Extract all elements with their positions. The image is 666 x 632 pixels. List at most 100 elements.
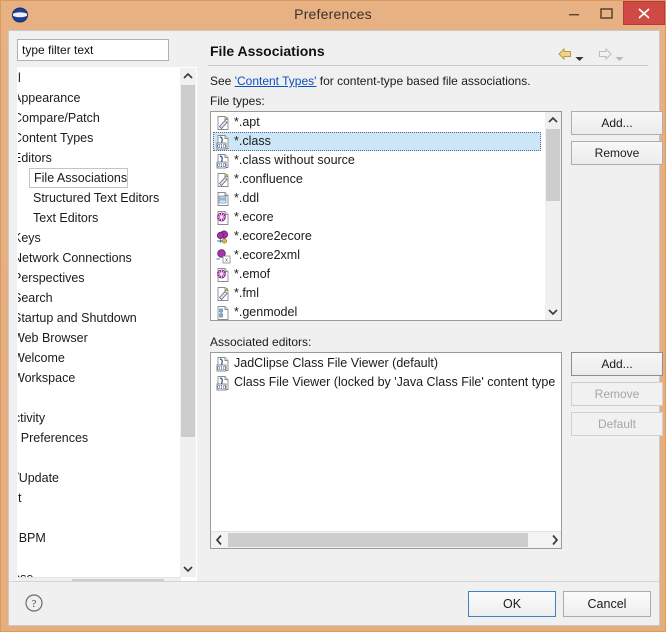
sidebar-item-network-connections[interactable]: Network Connections: [18, 248, 181, 268]
file-type-row[interactable]: *.ecore: [211, 208, 545, 227]
file-types-add-button[interactable]: Add...: [571, 111, 663, 135]
sidebar-item-file-associations[interactable]: File Associations: [29, 168, 129, 188]
file-type-label: *.genmodel: [234, 305, 298, 319]
sidebar-item-neral[interactable]: neral: [18, 68, 181, 88]
tree-vscroll-thumb[interactable]: [181, 85, 195, 437]
sidebar-item-keys[interactable]: Keys: [18, 228, 181, 248]
tree-vertical-scrollbar[interactable]: [180, 68, 196, 577]
sidebar-item-oss-jbpm[interactable]: oss jBPM: [18, 528, 181, 548]
file-type-row[interactable]: *.confluence: [211, 170, 545, 189]
associated-editors-default-button: Default: [571, 412, 663, 436]
assoc-hscroll-thumb[interactable]: [228, 533, 528, 547]
file-type-row[interactable]: *.ddl: [211, 189, 545, 208]
file-type-label: *.class without source: [234, 153, 355, 167]
sidebar-item-text-editors[interactable]: Text Editors: [18, 208, 181, 228]
text-file-icon: [217, 286, 229, 301]
ok-button[interactable]: OK: [468, 591, 556, 617]
file-type-row[interactable]: *.apt: [211, 113, 545, 132]
filter-input[interactable]: [17, 39, 169, 61]
sidebar-item-lp[interactable]: lp: [18, 448, 181, 468]
class-file-icon: 010: [216, 356, 229, 371]
tree-scroll-up-icon[interactable]: [180, 68, 196, 84]
close-button[interactable]: [623, 1, 665, 25]
associated-editors-rows: 010 JadClipse Class File Viewer (default)…: [211, 354, 561, 392]
file-type-row[interactable]: *.emof: [211, 265, 545, 284]
sidebar-item-perspectives[interactable]: Perspectives: [18, 268, 181, 288]
file-type-row[interactable]: *.ecore2ecore: [211, 227, 545, 246]
associated-editor-row[interactable]: 010 Class File Viewer (locked by 'Java Cl…: [211, 373, 561, 392]
file-type-row[interactable]: *.genmodel: [211, 303, 545, 320]
file-types-scroll-down-icon[interactable]: [545, 304, 561, 320]
sidebar-item-eclipse[interactable]: Eclipse: [18, 568, 181, 577]
file-types-list[interactable]: *.apt 010 *.class 010 *.class without source…: [210, 111, 562, 321]
preferences-dialog-window: Preferences neralAppearanceCompare/Patch…: [0, 0, 666, 632]
sidebar-item-t-jar-preferences[interactable]: t Jar Preferences: [18, 428, 181, 448]
tree-scroll-down-icon[interactable]: [180, 561, 196, 577]
file-types-scroll-up-icon[interactable]: [545, 112, 561, 128]
associated-editors-horizontal-scrollbar[interactable]: [211, 531, 561, 548]
svg-text:010: 010: [217, 162, 226, 168]
sidebar-item-web-browser[interactable]: Web Browser: [18, 328, 181, 348]
sidebar-item-ernet[interactable]: ernet: [18, 488, 181, 508]
sidebar-item-editors[interactable]: Editors: [18, 148, 181, 168]
sidebar-item-search[interactable]: Search: [18, 288, 181, 308]
ecore-file-icon: [217, 267, 229, 282]
assoc-scroll-right-icon[interactable]: [547, 532, 561, 548]
file-types-label: File types:: [210, 94, 265, 108]
cancel-button[interactable]: Cancel: [563, 591, 651, 617]
file-type-row[interactable]: *.fml: [211, 284, 545, 303]
page-history-nav: [557, 45, 647, 63]
sidebar-item-compare-patch[interactable]: Compare/Patch: [18, 108, 181, 128]
sidebar-item-structured-text-editors[interactable]: Structured Text Editors: [18, 188, 181, 208]
preference-tree-items: neralAppearanceCompare/PatchContent Type…: [18, 68, 181, 577]
minimize-button[interactable]: [559, 1, 589, 25]
preference-tree-viewport: neralAppearanceCompare/PatchContent Type…: [18, 68, 181, 577]
sidebar-item-workspace[interactable]: Workspace: [18, 368, 181, 388]
associated-editor-label: Class File Viewer (locked by 'Java Class…: [234, 375, 556, 389]
file-types-vscroll-thumb[interactable]: [546, 129, 560, 201]
sidebar-item-welcome[interactable]: Welcome: [18, 348, 181, 368]
back-dropdown-chevron-down-icon[interactable]: [575, 51, 584, 61]
file-type-label: *.ddl: [234, 191, 260, 205]
sidebar-item-t[interactable]: t: [18, 388, 181, 408]
class-file-icon: 010: [216, 375, 229, 390]
file-type-row[interactable]: 010 *.class: [213, 132, 541, 151]
sidebar-item-content-types[interactable]: Content Types: [18, 128, 181, 148]
associated-editor-row[interactable]: 010 JadClipse Class File Viewer (default): [211, 354, 561, 373]
file-type-label: *.class: [234, 134, 271, 148]
genmodel-file-icon: [217, 305, 229, 320]
sidebar-item-appearance[interactable]: Appearance: [18, 88, 181, 108]
file-type-row[interactable]: 010 *.class without source: [211, 151, 545, 170]
content-types-link[interactable]: 'Content Types': [235, 74, 317, 88]
class-file-icon: 010: [216, 134, 229, 149]
title-bar: Preferences: [1, 1, 665, 30]
file-type-row[interactable]: x *.ecore2xml: [211, 246, 545, 265]
associated-editors-add-button[interactable]: Add...: [571, 352, 663, 376]
sidebar-item-stall-update[interactable]: stall/Update: [18, 468, 181, 488]
svg-text:010: 010: [217, 143, 226, 149]
sidebar-item-nnectivity[interactable]: nnectivity: [18, 408, 181, 428]
associated-editors-label: Associated editors:: [210, 335, 312, 349]
file-type-label: *.emof: [234, 267, 271, 281]
preference-tree[interactable]: neralAppearanceCompare/PatchContent Type…: [17, 67, 197, 595]
maximize-button[interactable]: [591, 1, 621, 25]
forward-dropdown-chevron-down-icon: [615, 51, 624, 61]
associated-editors-list[interactable]: 010 JadClipse Class File Viewer (default)…: [210, 352, 562, 549]
text-file-icon: [217, 172, 229, 187]
file-type-label: *.ecore2xml: [234, 248, 300, 262]
sidebar-item-startup-and-shutdown[interactable]: Startup and Shutdown: [18, 308, 181, 328]
title-divider: [208, 65, 648, 66]
assoc-scroll-left-icon[interactable]: [211, 532, 227, 548]
file-type-label: *.apt: [234, 115, 260, 129]
sidebar-item-va[interactable]: va: [18, 508, 181, 528]
file-types-remove-button[interactable]: Remove: [571, 141, 663, 165]
file-type-label: *.ecore: [234, 210, 274, 224]
dialog-button-bar: ? OK Cancel: [9, 581, 659, 625]
file-types-vertical-scrollbar[interactable]: [545, 112, 561, 320]
help-question-icon[interactable]: ?: [24, 593, 44, 613]
sidebar-item-a[interactable]: A: [18, 548, 181, 568]
file-type-label: *.fml: [234, 286, 259, 300]
forward-arrow-icon: [597, 46, 613, 62]
ecore2ecore-file-icon: [216, 230, 228, 244]
back-arrow-icon[interactable]: [557, 46, 573, 62]
